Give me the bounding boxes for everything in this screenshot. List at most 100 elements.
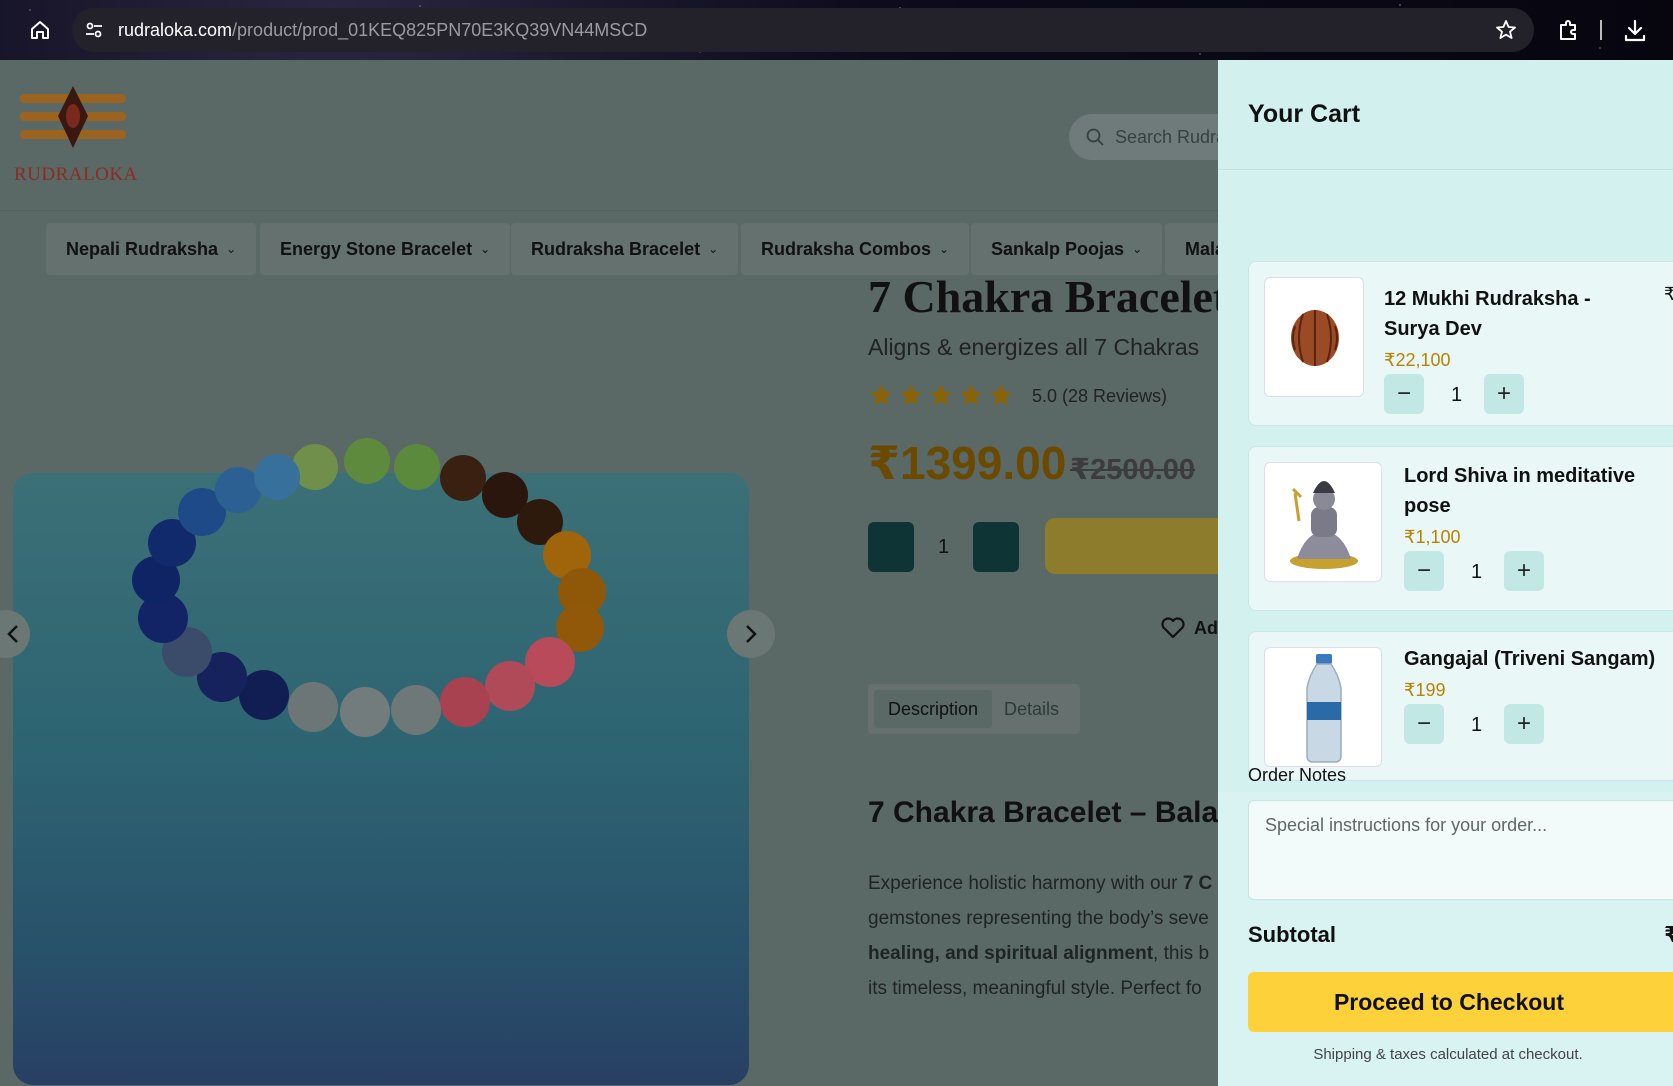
cart-drawer: Your Cart 12 Mukhi Rudraksha - Surya Dev… (1218, 60, 1673, 1086)
cart-item-price: ₹199 (1404, 680, 1446, 700)
cart-item-price: ₹22,100 (1384, 350, 1451, 370)
site-header: RUDRALOKA Search Rudra (0, 60, 1218, 210)
search-icon (1086, 128, 1104, 146)
chevron-down-icon: ⌄ (1132, 242, 1143, 256)
cart-item-thumbnail (1264, 277, 1364, 397)
description-text: , this b (1153, 943, 1210, 964)
home-icon[interactable] (28, 18, 52, 42)
nav-item-rudraksha-bracelet[interactable]: Rudraksha Bracelet ⌄ (511, 223, 739, 275)
chevron-down-icon: ⌄ (226, 242, 237, 256)
description-line: Experience holistic harmony with our 7 C (868, 866, 1218, 901)
download-icon[interactable] (1622, 18, 1648, 44)
description-text: gemstones representing the body’s seve (868, 908, 1209, 929)
chevron-down-icon: ⌄ (708, 242, 719, 256)
star-icon (990, 384, 1012, 406)
cart-item-price: ₹1,100 (1404, 527, 1461, 547)
rudraksha-bead-image (1291, 310, 1339, 366)
cart-title: Your Cart (1248, 100, 1361, 128)
add-to-wishlist-button[interactable]: Ad (1160, 616, 1218, 640)
product-image-bracelet[interactable] (130, 400, 620, 740)
quantity-increase-button[interactable]: + (1484, 374, 1524, 414)
nav-item-label: Energy Stone Bracelet (280, 238, 473, 259)
cart-item-quantity: 1 (1471, 561, 1483, 583)
quantity-increase-button[interactable]: + (1504, 551, 1544, 591)
star-icon (960, 384, 982, 406)
logo-text: RUDRALOKA (14, 164, 138, 185)
tab-details[interactable]: Details (990, 690, 1073, 728)
cart-item-thumbnail (1264, 647, 1382, 767)
product-price: ₹1399.00 (868, 437, 1067, 489)
star-icon (900, 384, 922, 406)
checkout-button[interactable]: Proceed to Checkout (1248, 972, 1673, 1032)
nav-item-label: Rudraksha Bracelet (531, 238, 701, 259)
nav-item-label: Mala (1185, 238, 1218, 259)
tab-description[interactable]: Description (874, 690, 993, 728)
quantity-decrease-button[interactable]: − (1404, 704, 1444, 744)
quantity-increase-button[interactable]: + (1504, 704, 1544, 744)
quantity-increase-button[interactable] (973, 522, 1019, 572)
nav-item-rudraksha-combos[interactable]: Rudraksha Combos ⌄ (741, 223, 970, 275)
order-notes-label: Order Notes (1248, 765, 1347, 785)
nav-item-label: Sankalp Poojas (991, 238, 1125, 259)
subtotal-value: ₹ (1664, 922, 1673, 947)
cart-item-quantity: 1 (1471, 714, 1483, 736)
search-input[interactable]: Search Rudra (1069, 114, 1218, 160)
description-bold-text: healing, and spiritual alignment (868, 943, 1154, 964)
product-subtitle: Aligns & energizes all 7 Chakras (868, 334, 1200, 360)
site-info-icon[interactable] (84, 20, 104, 40)
nav-item-mala[interactable]: Mala (1165, 223, 1218, 275)
carousel-next-button[interactable] (727, 610, 775, 658)
cart-item-name: Lord Shiva in meditative pose (1404, 465, 1636, 517)
order-notes-field-wrapper (1248, 800, 1673, 900)
shipping-note: Shipping & taxes calculated at checkout. (1313, 1046, 1583, 1063)
product-tabs: Description Details (868, 684, 1080, 734)
description-body: Experience holistic harmony with our 7 C… (868, 866, 1218, 1006)
search-placeholder: Search Rudra (1115, 127, 1218, 147)
logo-emblem-icon (20, 86, 126, 148)
star-icon (930, 384, 952, 406)
cart-item-total: ₹ (1664, 284, 1673, 304)
bracelet-beads (132, 438, 606, 737)
description-bold-text: 7 C (1182, 873, 1213, 894)
description-line: gemstones representing the body’s seve (868, 901, 1218, 936)
address-bar[interactable]: rudraloka.com/product/prod_01KEQ825PN70E… (72, 8, 1534, 52)
nav-item-nepali-rudraksha[interactable]: Nepali Rudraksha ⌄ (46, 223, 257, 275)
cart-item: Gangajal (Triveni Sangam) ₹199 − 1 + (1248, 631, 1673, 781)
url-path: /product/prod_01KEQ825PN70E3KQ39VN44MSCD (232, 20, 648, 40)
order-notes-field[interactable] (1249, 801, 1673, 899)
rating-stars (868, 382, 1014, 408)
url-host: rudraloka.com (118, 20, 233, 40)
star-icon (870, 384, 892, 406)
add-to-cart-button[interactable] (1045, 518, 1218, 574)
bookmark-star-icon[interactable] (1494, 18, 1518, 42)
description-text: Experience holistic harmony with our (868, 873, 1183, 894)
rating-text[interactable]: 5.0 (28 Reviews) (1032, 386, 1167, 407)
product-page: RUDRALOKA Search Rudra Nepali Rudraksha ⌄… (0, 60, 1218, 1086)
chevron-down-icon: ⌄ (480, 242, 491, 256)
quantity-decrease-button[interactable]: − (1404, 551, 1444, 591)
cart-item: 12 Mukhi Rudraksha - Surya Dev ₹22,100 −… (1248, 261, 1673, 426)
chevron-left-icon (7, 625, 18, 643)
product-old-price: ₹2500.00 (1070, 454, 1196, 486)
nav-item-sankalp-poojas[interactable]: Sankalp Poojas ⌄ (971, 223, 1163, 275)
nav-item-label: Rudraksha Combos (761, 238, 932, 259)
nav-item-energy-stone-bracelet[interactable]: Energy Stone Bracelet ⌄ (260, 223, 511, 275)
description-line: its timeless, meaningful style. Perfect … (868, 971, 1218, 1006)
chevron-down-icon: ⌄ (939, 242, 950, 256)
quantity-decrease-button[interactable]: − (1384, 374, 1424, 414)
cart-item-name: 12 Mukhi Rudraksha - Surya Dev (1384, 288, 1591, 340)
cart-header: Your Cart (1218, 60, 1673, 170)
product-title: 7 Chakra Bracelet (868, 271, 1218, 322)
extensions-icon[interactable] (1556, 18, 1580, 42)
cart-item-quantity: 1 (1451, 384, 1463, 406)
description-line: healing, and spiritual alignment, this b (868, 936, 1218, 971)
cart-items-list[interactable]: 12 Mukhi Rudraksha - Surya Dev ₹22,100 −… (1218, 171, 1673, 792)
site-logo[interactable]: RUDRALOKA (14, 80, 138, 188)
quantity-value[interactable]: 1 (938, 536, 949, 559)
category-nav: Nepali Rudraksha ⌄ Energy Stone Bracelet ⌄… (0, 210, 1218, 275)
browser-toolbar: rudraloka.com/product/prod_01KEQ825PN70E… (0, 0, 1673, 60)
quantity-decrease-button[interactable] (868, 522, 914, 572)
wishlist-label: Ad (1194, 617, 1218, 638)
cart-item-thumbnail (1264, 462, 1382, 582)
shiva-idol-image (1290, 481, 1358, 569)
